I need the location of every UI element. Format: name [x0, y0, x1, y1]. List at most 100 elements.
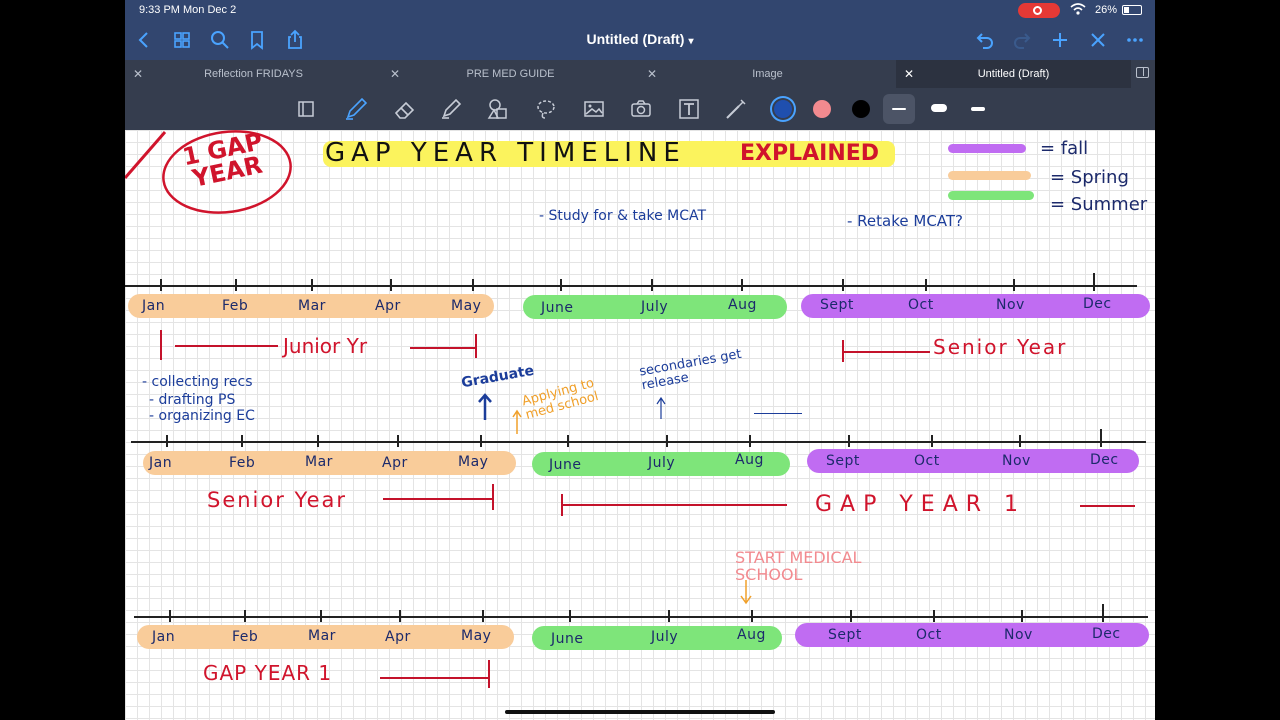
month-label: Oct — [916, 627, 942, 643]
tick — [166, 435, 168, 447]
note-secondaries: secondaries get release — [638, 346, 743, 394]
drawing-toolbar — [125, 88, 1155, 130]
gap1-row3-end-bar — [488, 660, 490, 688]
month-label: Nov — [996, 297, 1025, 313]
month-label: Dec — [1092, 626, 1121, 642]
status-bar: 9:33 PM Mon Dec 2 26% — [125, 0, 1155, 20]
page-icon[interactable] — [293, 96, 319, 122]
month-label: Apr — [385, 629, 411, 645]
tick — [842, 279, 844, 291]
month-label: July — [648, 455, 676, 471]
gap1-row3-line — [380, 677, 490, 679]
tick — [925, 279, 927, 291]
tick — [749, 435, 751, 447]
month-label: July — [641, 299, 669, 315]
tick — [169, 610, 171, 622]
month-label: Aug — [735, 452, 764, 468]
junior-line-left — [175, 345, 278, 347]
ipad-screen: 9:33 PM Mon Dec 2 26% Untitled (Draft)▾ — [125, 0, 1155, 720]
tab-bar: ✕ Reflection FRIDAYS ✕ PRE MED GUIDE ✕ I… — [125, 60, 1155, 88]
shapes-icon[interactable] — [485, 96, 511, 122]
color-swatch-black[interactable] — [852, 100, 870, 118]
tick — [390, 279, 392, 291]
secondaries-arrow-icon — [656, 396, 666, 419]
month-label: Apr — [382, 455, 408, 471]
junior-start-bar — [160, 330, 162, 360]
tick — [741, 279, 743, 291]
split-view-icon[interactable] — [1136, 67, 1149, 78]
laser-icon[interactable] — [723, 96, 749, 122]
month-label: Dec — [1083, 296, 1112, 312]
month-label: May — [461, 628, 492, 644]
junior-end-bar — [475, 334, 477, 358]
tick — [931, 435, 933, 447]
tick — [1019, 435, 1021, 447]
month-label: Oct — [914, 453, 940, 469]
stroke-width-thin[interactable] — [892, 108, 906, 110]
tab-pre-med-guide[interactable]: ✕ PRE MED GUIDE — [382, 60, 639, 88]
month-label: Nov — [1002, 453, 1031, 469]
color-swatch-blue[interactable] — [774, 100, 792, 118]
note-drafting-ps: - drafting PS — [149, 392, 236, 408]
wifi-icon — [1070, 3, 1086, 18]
nav-bar: Untitled (Draft) ▾ — [125, 20, 1155, 60]
tab-reflection-fridays[interactable]: ✕ Reflection FRIDAYS — [125, 60, 382, 88]
pen-icon[interactable] — [343, 96, 369, 122]
battery-icon — [1122, 5, 1142, 15]
image-icon[interactable] — [581, 96, 607, 122]
camera-icon[interactable] — [628, 96, 654, 122]
month-label: Jan — [152, 629, 176, 645]
month-label: Dec — [1090, 452, 1119, 468]
timeline-axis-1 — [125, 285, 1137, 287]
tick — [235, 279, 237, 291]
note-canvas[interactable]: 1 GAP YEAR GAP YEAR TIMELINE EXPLAINED =… — [125, 130, 1155, 720]
month-label: May — [451, 298, 482, 314]
tick — [320, 610, 322, 622]
tick — [560, 279, 562, 291]
month-label: Apr — [375, 298, 401, 314]
month-label: Oct — [908, 297, 934, 313]
close-icon[interactable] — [1086, 28, 1110, 52]
redo-icon[interactable] — [1010, 28, 1034, 52]
tick — [1102, 604, 1104, 622]
tick — [651, 279, 653, 291]
screen-record-icon[interactable] — [1018, 3, 1060, 18]
note-applying: Applying to med school — [520, 375, 601, 424]
note-retake-mcat: - Retake MCAT? — [847, 212, 964, 230]
stroke-width-medium[interactable] — [971, 107, 985, 111]
eraser-icon[interactable] — [392, 96, 418, 122]
document-title[interactable]: Untitled (Draft) ▾ — [125, 31, 1155, 47]
more-icon[interactable] — [1123, 28, 1147, 52]
stroke-width-thick[interactable] — [931, 104, 947, 112]
lasso-icon[interactable] — [533, 96, 559, 122]
tick — [567, 435, 569, 447]
home-indicator — [505, 710, 775, 714]
tick — [399, 610, 401, 622]
tick — [1100, 429, 1102, 447]
note-graduate: Graduate — [460, 362, 536, 392]
month-label: May — [458, 454, 489, 470]
legend-fall-swatch — [948, 144, 1026, 153]
tab-untitled-draft[interactable]: ✕ Untitled (Draft) — [896, 60, 1131, 88]
month-label: Sept — [828, 627, 862, 643]
tick — [1013, 279, 1015, 291]
tick — [751, 610, 753, 622]
color-swatch-pink[interactable] — [813, 100, 831, 118]
undo-icon[interactable] — [973, 28, 997, 52]
month-label: Aug — [737, 627, 766, 643]
tick — [241, 435, 243, 447]
text-icon[interactable] — [676, 96, 702, 122]
graduate-arrow-icon — [478, 393, 492, 420]
tick — [160, 279, 162, 291]
tab-image[interactable]: ✕ Image — [639, 60, 896, 88]
gap1-line-right — [1080, 505, 1135, 507]
note-mcat: - Study for & take MCAT — [539, 208, 707, 224]
highlighter-icon[interactable] — [438, 96, 464, 122]
row2-senior-year: Senior Year — [207, 488, 348, 512]
status-time: 9:33 PM Mon Dec 2 — [139, 4, 237, 16]
start-med-arrow-icon — [740, 580, 752, 605]
plus-icon[interactable] — [1048, 28, 1072, 52]
timeline-axis-3 — [134, 616, 1148, 618]
senior-line — [844, 351, 930, 353]
tick — [1021, 610, 1023, 622]
